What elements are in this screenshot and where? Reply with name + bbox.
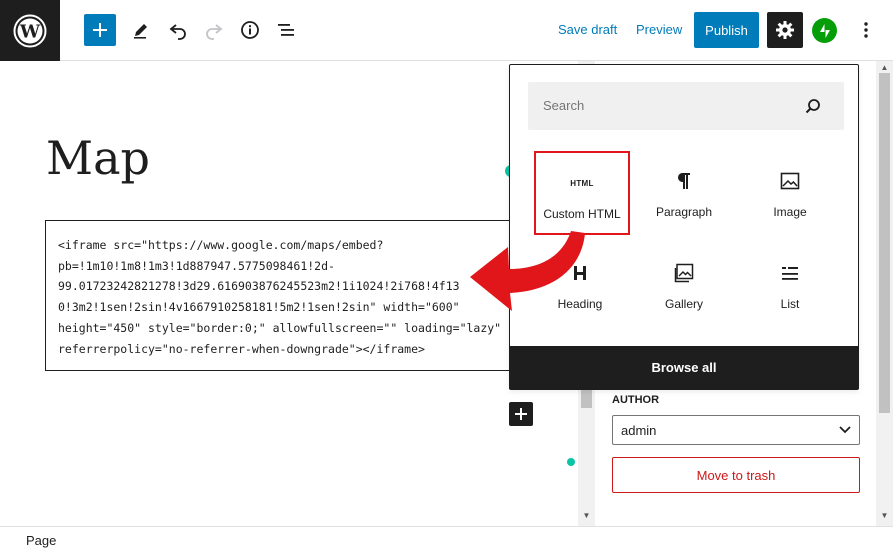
author-select-value: admin: [621, 422, 657, 438]
redo-button[interactable]: [198, 14, 230, 46]
plus-icon: [515, 408, 527, 420]
scroll-down-arrow[interactable]: ▼: [876, 511, 893, 520]
block-item-label: Heading: [557, 297, 603, 311]
gallery-icon: [674, 261, 694, 285]
image-icon: [780, 169, 800, 193]
block-item-paragraph[interactable]: Paragraph: [636, 151, 732, 235]
html-icon-text: HTML: [570, 178, 594, 188]
wordpress-logo-button[interactable]: W: [0, 0, 60, 61]
block-item-label: Gallery: [664, 297, 703, 311]
scroll-down-arrow[interactable]: ▼: [578, 511, 595, 520]
redo-icon: [206, 24, 223, 40]
block-item-list[interactable]: List: [742, 243, 838, 327]
block-breadcrumb-bar: Page: [0, 526, 893, 551]
block-item-label: Custom HTML: [543, 207, 621, 221]
move-to-trash-button[interactable]: Move to trash: [612, 457, 860, 493]
editor-marker-dot: [567, 458, 575, 466]
svg-text:W: W: [19, 21, 41, 42]
tools-button[interactable]: [125, 14, 157, 46]
block-item-gallery[interactable]: Gallery: [636, 243, 732, 327]
details-button[interactable]: [234, 14, 266, 46]
undo-button[interactable]: [162, 14, 194, 46]
block-search-input[interactable]: Search: [528, 82, 844, 130]
wordpress-icon: W: [13, 14, 47, 47]
list-view-icon: [278, 24, 294, 36]
block-item-label: Image: [773, 205, 807, 219]
options-button[interactable]: [856, 18, 876, 42]
html-icon: HTML: [570, 171, 593, 195]
block-item-image[interactable]: Image: [742, 151, 838, 235]
heading-icon: [572, 261, 588, 285]
more-vertical-icon: [864, 22, 868, 38]
toggle-block-inserter-button[interactable]: [84, 14, 116, 46]
block-item-label: List: [780, 297, 800, 311]
list-icon: [780, 261, 800, 285]
inline-inserter-button[interactable]: [509, 402, 533, 426]
author-select[interactable]: admin: [612, 415, 860, 445]
block-item-label: Paragraph: [655, 205, 713, 219]
block-item-custom-html[interactable]: HTML Custom HTML: [534, 151, 630, 235]
info-icon: [241, 21, 259, 39]
paragraph-icon: [676, 169, 692, 193]
chevron-down-icon: [839, 426, 851, 434]
block-inserter-popover: Search HTML Custom HTML Paragraph Image …: [509, 64, 859, 390]
settings-button[interactable]: [767, 12, 803, 48]
editor-header: W Save draft Preview Publish: [0, 0, 893, 61]
plus-icon: [93, 23, 107, 37]
pencil-icon: [134, 24, 147, 39]
jetpack-button[interactable]: [812, 18, 837, 43]
list-view-button[interactable]: [270, 14, 302, 46]
undo-icon: [169, 24, 186, 40]
scroll-up-arrow[interactable]: ▲: [876, 63, 893, 72]
search-icon: [805, 99, 820, 114]
browse-all-button[interactable]: Browse all: [510, 346, 858, 389]
post-title[interactable]: Map: [46, 131, 150, 185]
preview-button[interactable]: Preview: [636, 22, 682, 37]
custom-html-code-block[interactable]: <iframe src="https://www.google.com/maps…: [45, 220, 530, 371]
scrollbar-thumb[interactable]: [879, 73, 890, 413]
breadcrumb-page[interactable]: Page: [26, 533, 56, 548]
author-label: AUTHOR: [612, 394, 660, 406]
jetpack-icon: [819, 23, 830, 38]
publish-button[interactable]: Publish: [694, 12, 759, 48]
gear-icon: [776, 21, 794, 39]
editor-canvas: Map <iframe src="https://www.google.com/…: [0, 61, 578, 526]
search-placeholder: Search: [543, 98, 585, 113]
sidebar-scrollbar[interactable]: ▲ ▼: [876, 61, 893, 526]
save-draft-button[interactable]: Save draft: [558, 22, 617, 37]
block-item-heading[interactable]: Heading: [532, 243, 628, 327]
